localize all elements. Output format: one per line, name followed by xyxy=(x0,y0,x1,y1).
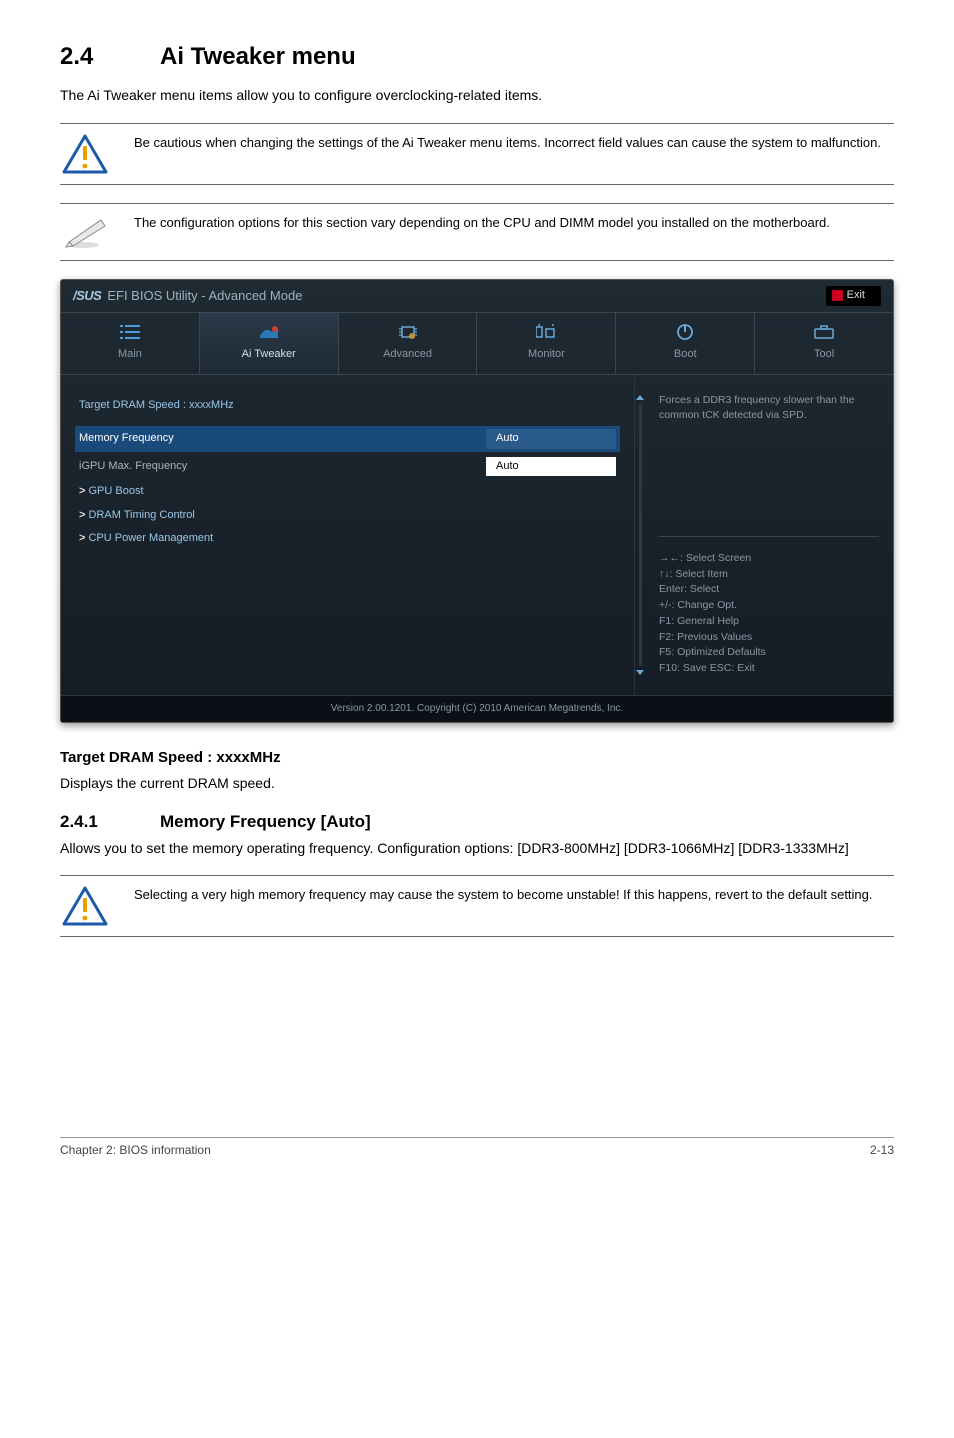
tab-aitweaker-label: Ai Tweaker xyxy=(242,347,296,362)
section-2-4-1-heading: 2.4.1Memory Frequency [Auto] xyxy=(60,810,894,834)
tab-main-label: Main xyxy=(118,347,142,362)
scroll-track[interactable] xyxy=(639,404,642,666)
pencil-icon xyxy=(60,214,110,250)
chip-icon xyxy=(397,323,419,341)
toolbox-icon xyxy=(813,323,835,341)
tab-boot[interactable]: Boot xyxy=(616,313,755,374)
footer-right: 2-13 xyxy=(870,1142,894,1159)
note-callout-1: The configuration options for this secti… xyxy=(60,203,894,261)
monitor-icon xyxy=(535,323,557,341)
tab-advanced-label: Advanced xyxy=(383,347,432,362)
bios-title-text: EFI BIOS Utility - Advanced Mode xyxy=(107,287,302,305)
bios-help-text: Forces a DDR3 frequency slower than the … xyxy=(659,393,879,422)
tab-tool[interactable]: Tool xyxy=(755,313,893,374)
bios-footer: Version 2.00.1201. Copyright (C) 2010 Am… xyxy=(61,695,893,722)
caution-callout-1: Be cautious when changing the settings o… xyxy=(60,123,894,185)
row-gpu-boost[interactable]: GPU Boost xyxy=(75,481,620,502)
row-igpu-frequency[interactable]: iGPU Max. Frequency Auto xyxy=(75,454,620,479)
tab-boot-label: Boot xyxy=(674,347,697,362)
section-heading: 2.4Ai Tweaker menu xyxy=(60,40,894,74)
cpu-power-label: CPU Power Management xyxy=(79,531,616,546)
exit-button[interactable]: Exit xyxy=(826,286,881,305)
power-icon xyxy=(674,323,696,341)
page-footer: Chapter 2: BIOS information 2-13 xyxy=(60,1137,894,1159)
igpu-frequency-value[interactable]: Auto xyxy=(486,457,616,476)
tab-aitweaker[interactable]: Ai Tweaker xyxy=(200,313,339,374)
memory-frequency-value[interactable]: Auto xyxy=(486,429,616,448)
scroll-up-icon[interactable] xyxy=(636,395,644,400)
section-number: 2.4 xyxy=(60,40,160,74)
note-text-1: The configuration options for this secti… xyxy=(134,214,894,232)
target-dram-heading: Target DRAM Speed : xxxxMHz xyxy=(60,747,894,768)
tweaker-icon xyxy=(258,323,280,341)
section-2-4-1-number: 2.4.1 xyxy=(60,810,160,834)
section-2-4-1-text: Allows you to set the memory operating f… xyxy=(60,839,894,859)
tab-monitor-label: Monitor xyxy=(528,347,565,362)
footer-left: Chapter 2: BIOS information xyxy=(60,1142,211,1159)
tab-main[interactable]: Main xyxy=(61,313,200,374)
scroll-down-icon[interactable] xyxy=(636,670,644,675)
section-2-4-1-title: Memory Frequency [Auto] xyxy=(160,812,371,831)
dram-timing-label: DRAM Timing Control xyxy=(79,508,616,523)
warning-icon xyxy=(60,134,110,174)
target-dram-label: Target DRAM Speed : xxxxMHz xyxy=(79,398,616,413)
igpu-frequency-label: iGPU Max. Frequency xyxy=(79,459,486,474)
gpu-boost-label: GPU Boost xyxy=(79,484,616,499)
target-dram-text: Displays the current DRAM speed. xyxy=(60,774,894,794)
bios-settings-pane: Target DRAM Speed : xxxxMHz Memory Frequ… xyxy=(61,375,635,695)
exit-label: Exit xyxy=(847,288,865,303)
exit-icon xyxy=(832,290,843,301)
memory-frequency-label: Memory Frequency xyxy=(79,431,486,446)
scrollbar[interactable] xyxy=(635,375,645,695)
bios-brand-logo: /SUS xyxy=(73,287,101,305)
list-icon xyxy=(119,323,141,341)
tab-monitor[interactable]: Monitor xyxy=(477,313,616,374)
caution-text-1: Be cautious when changing the settings o… xyxy=(134,134,894,152)
warning-icon xyxy=(60,886,110,926)
row-cpu-power[interactable]: CPU Power Management xyxy=(75,528,620,549)
bios-nav-help: →←: Select Screen ↑↓: Select Item Enter:… xyxy=(659,536,879,677)
section-title-text: Ai Tweaker menu xyxy=(160,43,356,70)
tab-tool-label: Tool xyxy=(814,347,834,362)
row-dram-timing[interactable]: DRAM Timing Control xyxy=(75,505,620,526)
bios-window: /SUS EFI BIOS Utility - Advanced Mode Ex… xyxy=(60,279,894,723)
bios-tabs: Main Ai Tweaker Advanced Monitor Boot xyxy=(61,313,893,375)
caution-text-2: Selecting a very high memory frequency m… xyxy=(134,886,894,904)
bios-titlebar: /SUS EFI BIOS Utility - Advanced Mode Ex… xyxy=(61,280,893,312)
tab-advanced[interactable]: Advanced xyxy=(339,313,478,374)
caution-callout-2: Selecting a very high memory frequency m… xyxy=(60,875,894,937)
section-intro: The Ai Tweaker menu items allow you to c… xyxy=(60,86,894,106)
row-memory-frequency[interactable]: Memory Frequency Auto xyxy=(75,426,620,451)
